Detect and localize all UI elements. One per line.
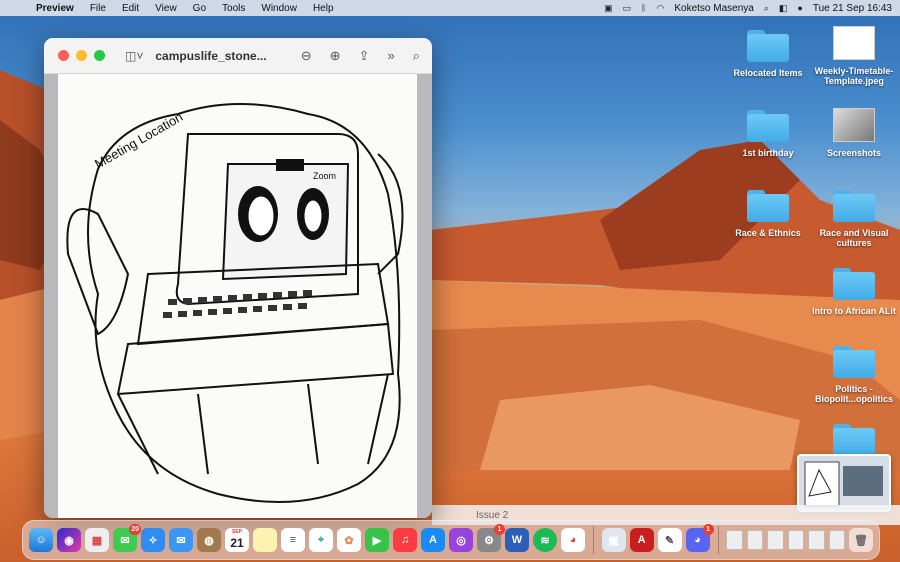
- desktop-folder-intro-african-lit[interactable]: Intro to African ALit: [811, 268, 897, 316]
- menu-window[interactable]: Window: [253, 3, 305, 14]
- spotlight-icon[interactable]: ⌕: [764, 3, 769, 14]
- share-icon[interactable]: ⇪: [359, 48, 370, 64]
- system-preferences-icon[interactable]: ⚙ 1: [477, 524, 505, 552]
- clock[interactable]: Tue 21 Sep 16:43: [813, 3, 892, 14]
- siri-icon[interactable]: ◉: [57, 528, 81, 552]
- display-icon[interactable]: ▣: [604, 3, 613, 14]
- minimized-window-1[interactable]: [726, 530, 743, 550]
- dock: ☺ ◉ ▦ ✉ 20 ✧ ✉ ◍ SEP 21 ≡ ⌖ ✿ ▶ ♫ A ◎ ⚙ …: [22, 520, 880, 560]
- menu-app-name[interactable]: Preview: [28, 3, 82, 14]
- menu-help[interactable]: Help: [305, 3, 342, 14]
- background-window-title: Issue 2: [476, 509, 509, 521]
- preview-window[interactable]: ◫˅ campuslife_stone... ⊖ ⊕ ⇪ » ⌕ Meeting…: [44, 38, 432, 518]
- menu-go[interactable]: Go: [185, 3, 214, 14]
- user-name[interactable]: Koketso Masenya: [674, 3, 754, 14]
- document-area[interactable]: Meeting Location Zoom: [44, 74, 432, 518]
- minimized-window-3[interactable]: [767, 530, 784, 550]
- calendar-icon[interactable]: SEP 21: [225, 528, 249, 552]
- spotify-icon[interactable]: ≋: [533, 528, 557, 552]
- dock-separator: [717, 526, 719, 554]
- calendar-month: SEP: [231, 529, 242, 535]
- zoom-out-icon[interactable]: ⊖: [301, 48, 312, 64]
- menu-tools[interactable]: Tools: [214, 3, 253, 14]
- minimize-button[interactable]: [76, 50, 87, 61]
- search-icon[interactable]: ⌕: [413, 48, 420, 64]
- dock-separator: [593, 526, 594, 554]
- minimized-window-4[interactable]: [787, 530, 805, 550]
- desktop-file-weekly-timetable[interactable]: Weekly-Timetable-Template.jpeg: [811, 26, 897, 86]
- mail-icon[interactable]: ✉: [169, 528, 193, 552]
- menu-bar: Preview File Edit View Go Tools Window H…: [0, 0, 900, 16]
- acrobat-icon[interactable]: A: [629, 528, 654, 552]
- screenshot-preview-thumbnail[interactable]: [797, 454, 891, 512]
- more-tools-icon[interactable]: »: [387, 48, 394, 64]
- folder-icon: [833, 190, 875, 222]
- menu-edit[interactable]: Edit: [114, 3, 147, 14]
- screenshot-stack-icon: [833, 108, 875, 142]
- textedit-icon[interactable]: ✎: [657, 528, 682, 552]
- menu-file[interactable]: File: [82, 3, 114, 14]
- folder-icon: [747, 110, 789, 142]
- folder-icon: [833, 424, 875, 456]
- control-center-icon[interactable]: ◧: [779, 3, 788, 14]
- maps-icon[interactable]: ⌖: [309, 528, 333, 552]
- notes-icon[interactable]: [253, 528, 277, 552]
- safari-icon[interactable]: ✧: [141, 528, 165, 552]
- settings-badge: 1: [494, 524, 505, 535]
- folder-icon: [833, 268, 875, 300]
- battery-icon[interactable]: ▭: [623, 3, 632, 14]
- wifi-icon[interactable]: ◠: [657, 3, 665, 14]
- siri-icon[interactable]: ●: [797, 3, 802, 13]
- photos-icon[interactable]: ✿: [337, 528, 361, 552]
- ink-illustration: Meeting Location Zoom: [66, 103, 404, 503]
- launchpad-icon[interactable]: ▦: [85, 528, 109, 552]
- close-button[interactable]: [58, 50, 69, 61]
- chrome-icon[interactable]: ◕: [561, 528, 585, 552]
- desktop-folder-politics[interactable]: Politics -Biopolit...opolitics: [811, 346, 897, 404]
- word-icon[interactable]: W: [505, 528, 529, 552]
- folder-icon: [747, 30, 789, 62]
- messages-badge: 20: [129, 524, 141, 535]
- sidebar-toggle-icon[interactable]: ◫˅: [125, 49, 143, 63]
- discord-badge: 1: [702, 524, 714, 535]
- music-icon[interactable]: ♫: [393, 528, 417, 552]
- desktop-folder-1st-birthday[interactable]: 1st birthday: [725, 110, 811, 158]
- app-store-icon[interactable]: A: [421, 528, 445, 552]
- thumbnail-image: [799, 456, 889, 510]
- bluetooth-icon[interactable]: ᛒ: [641, 3, 646, 13]
- minimized-window-5[interactable]: [808, 530, 825, 550]
- minimized-window-2[interactable]: [746, 530, 764, 550]
- discord-icon[interactable]: ◕ 1: [685, 524, 714, 552]
- reminders-icon[interactable]: ≡: [281, 528, 305, 552]
- messages-icon[interactable]: ✉ 20: [113, 524, 141, 552]
- contacts-icon[interactable]: ◍: [197, 528, 221, 552]
- menu-view[interactable]: View: [147, 3, 185, 14]
- trash-icon[interactable]: 🗑: [849, 528, 874, 552]
- desktop-folder-race-ethnics[interactable]: Race & Ethnics: [725, 190, 811, 238]
- fullscreen-button[interactable]: [94, 50, 105, 61]
- illustration-sign-text: Meeting Location: [92, 109, 185, 171]
- desktop-stack-screenshots[interactable]: Screenshots: [811, 108, 897, 158]
- image-file-icon: [833, 26, 875, 60]
- finder-icon[interactable]: ☺: [29, 528, 53, 552]
- zoom-in-icon[interactable]: ⊕: [330, 48, 341, 64]
- illustration-screen-text: Zoom: [313, 171, 336, 181]
- facetime-icon[interactable]: ▶: [365, 528, 389, 552]
- preview-icon[interactable]: ▣: [601, 528, 626, 552]
- window-titlebar[interactable]: ◫˅ campuslife_stone... ⊖ ⊕ ⇪ » ⌕: [44, 38, 432, 74]
- desktop-folder-race-visual-cultures[interactable]: Race and Visual cultures: [811, 190, 897, 248]
- document-page: Meeting Location Zoom: [58, 74, 417, 518]
- window-title: campuslife_stone...: [155, 48, 267, 63]
- minimized-window-6[interactable]: [828, 530, 846, 550]
- folder-icon: [833, 346, 875, 378]
- podcasts-icon[interactable]: ◎: [449, 528, 473, 552]
- calendar-day: 21: [230, 536, 244, 550]
- desktop-folder-relocated-items[interactable]: Relocated Items: [725, 30, 811, 78]
- folder-icon: [747, 190, 789, 222]
